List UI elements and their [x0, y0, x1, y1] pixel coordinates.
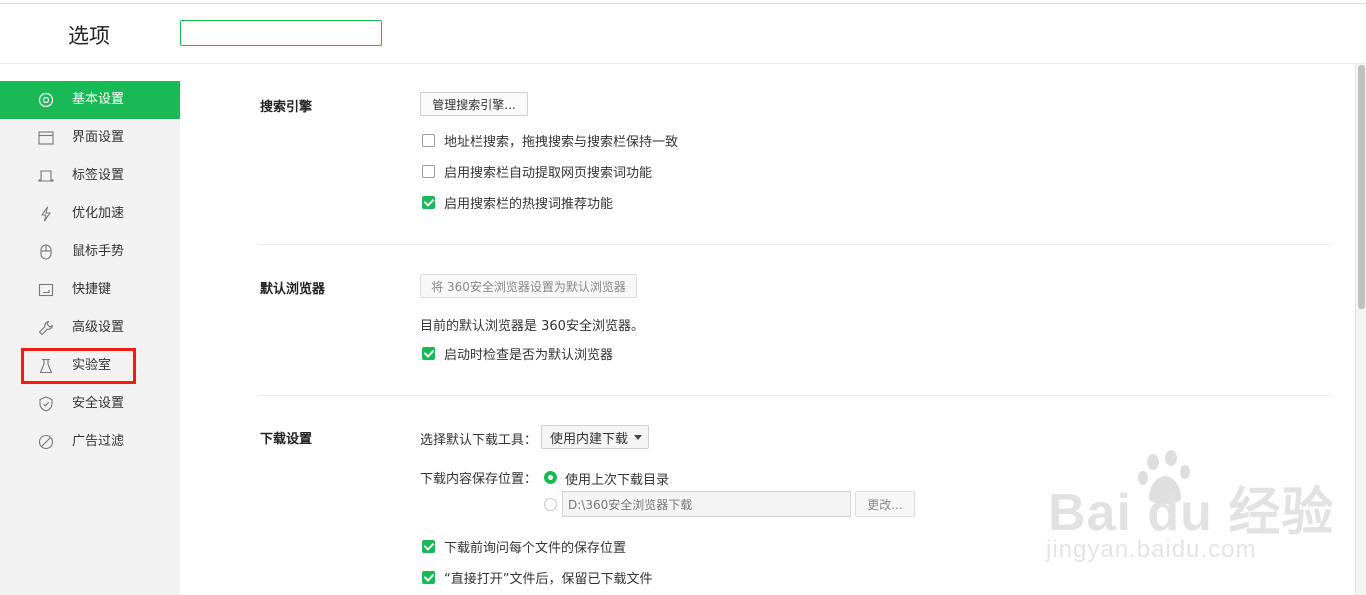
sidebar-item-label: 高级设置 [72, 320, 125, 335]
option-ask-save-location[interactable]: 下载前询问每个文件的保存位置 [422, 538, 627, 556]
search-input[interactable] [180, 20, 382, 46]
sidebar-item-label: 安全设置 [72, 396, 125, 411]
section-title-search-engine: 搜索引擎 [260, 100, 313, 115]
sidebar-item-interface-settings[interactable]: 界面设置 [0, 119, 180, 157]
baidu-watermark: Bai du 经验 jingyan.baidu.com [1040, 440, 1340, 570]
shield-icon [39, 396, 53, 412]
window-icon [38, 131, 54, 145]
radio-last-directory[interactable] [544, 471, 557, 484]
download-path-input[interactable]: D:\360安全浏览器下载 [562, 491, 851, 517]
checkbox[interactable] [422, 133, 435, 147]
checkbox[interactable] [422, 164, 435, 178]
download-tool-label: 选择默认下载工具： [420, 433, 538, 448]
download-location-label: 下载内容保存位置： [420, 472, 538, 487]
option-label: 启用搜索栏的热搜词推荐功能 [444, 196, 614, 212]
checkbox-checked[interactable] [422, 346, 435, 360]
sidebar-item-advanced-settings[interactable]: 高级设置 [0, 309, 180, 347]
sidebar-item-basic-settings[interactable]: 基本设置 [0, 81, 180, 119]
wrench-icon [38, 320, 54, 336]
set-default-browser-button[interactable]: 将 360安全浏览器设置为默认浏览器 [420, 274, 637, 298]
option-label: 启动时检查是否为默认浏览器 [444, 347, 614, 363]
sidebar-item-mouse-gestures[interactable]: 鼠标手势 [0, 233, 180, 271]
sidebar-item-optimize[interactable]: 优化加速 [0, 195, 180, 233]
tab-icon [38, 170, 54, 182]
option-hot-search[interactable]: 启用搜索栏的热搜词推荐功能 [422, 194, 614, 212]
download-tool-select[interactable]: 使用内建下载 [541, 425, 649, 449]
option-label: 下载前询问每个文件的保存位置 [444, 540, 627, 556]
lightning-icon [41, 206, 51, 222]
option-check-default-on-start[interactable]: 启动时检查是否为默认浏览器 [422, 345, 614, 363]
radio-custom-directory[interactable] [544, 498, 557, 511]
checkbox-checked[interactable] [422, 195, 435, 209]
sidebar-item-label: 标签设置 [72, 168, 125, 183]
sidebar-item-label: 鼠标手势 [72, 244, 125, 259]
sidebar-item-label: 优化加速 [72, 206, 125, 221]
chevron-down-icon [634, 435, 642, 440]
option-keep-downloaded-file[interactable]: “直接打开”文件后，保留已下载文件 [422, 569, 653, 587]
sidebar: 基本设置 界面设置 标签设置 优化加速 鼠标手势 快捷键 高级设置 实验室 安全… [0, 81, 180, 595]
sidebar-item-label: 广告过滤 [72, 434, 125, 449]
keyboard-icon [38, 283, 54, 297]
scrollbar-thumb[interactable] [1358, 65, 1365, 309]
select-value: 使用内建下载 [550, 431, 629, 447]
radio-last-directory-label: 使用上次下载目录 [565, 473, 670, 488]
mouse-icon [40, 244, 52, 260]
scrollbar[interactable] [1355, 64, 1366, 595]
section-divider [258, 395, 1333, 396]
option-auto-extract-keyword[interactable]: 启用搜索栏自动提取网页搜索词功能 [422, 163, 653, 181]
sidebar-item-shortcuts[interactable]: 快捷键 [0, 271, 180, 309]
watermark-url: jingyan.baidu.com [1046, 536, 1257, 563]
option-label: “直接打开”文件后，保留已下载文件 [444, 571, 653, 587]
sidebar-item-label: 基本设置 [72, 92, 125, 107]
sidebar-item-security-settings[interactable]: 安全设置 [0, 385, 180, 423]
block-icon [38, 434, 54, 450]
watermark-logo-text: Bai du 经验 [1048, 484, 1335, 542]
option-label: 地址栏搜索，拖拽搜索与搜索栏保持一致 [444, 134, 679, 150]
section-title-download: 下载设置 [260, 432, 313, 447]
option-label: 启用搜索栏自动提取网页搜索词功能 [444, 165, 653, 181]
sidebar-item-label: 快捷键 [72, 282, 112, 297]
checkbox-checked[interactable] [422, 570, 435, 584]
section-divider [258, 244, 1333, 245]
checkbox-checked[interactable] [422, 539, 435, 553]
gear-icon [38, 92, 54, 108]
option-addressbar-search[interactable]: 地址栏搜索，拖拽搜索与搜索栏保持一致 [422, 132, 679, 150]
sidebar-item-label: 界面设置 [72, 130, 125, 145]
lab-highlight-box [21, 348, 136, 384]
manage-search-engines-button[interactable]: 管理搜索引擎... [420, 92, 528, 116]
header: 选项 [0, 3, 1366, 64]
change-path-button[interactable]: 更改... [855, 491, 915, 517]
page-title: 选项 [68, 24, 110, 48]
default-browser-status: 目前的默认浏览器是 360安全浏览器。 [420, 319, 644, 334]
section-title-default-browser: 默认浏览器 [260, 282, 326, 297]
sidebar-item-tab-settings[interactable]: 标签设置 [0, 157, 180, 195]
sidebar-item-ad-filter[interactable]: 广告过滤 [0, 423, 180, 461]
